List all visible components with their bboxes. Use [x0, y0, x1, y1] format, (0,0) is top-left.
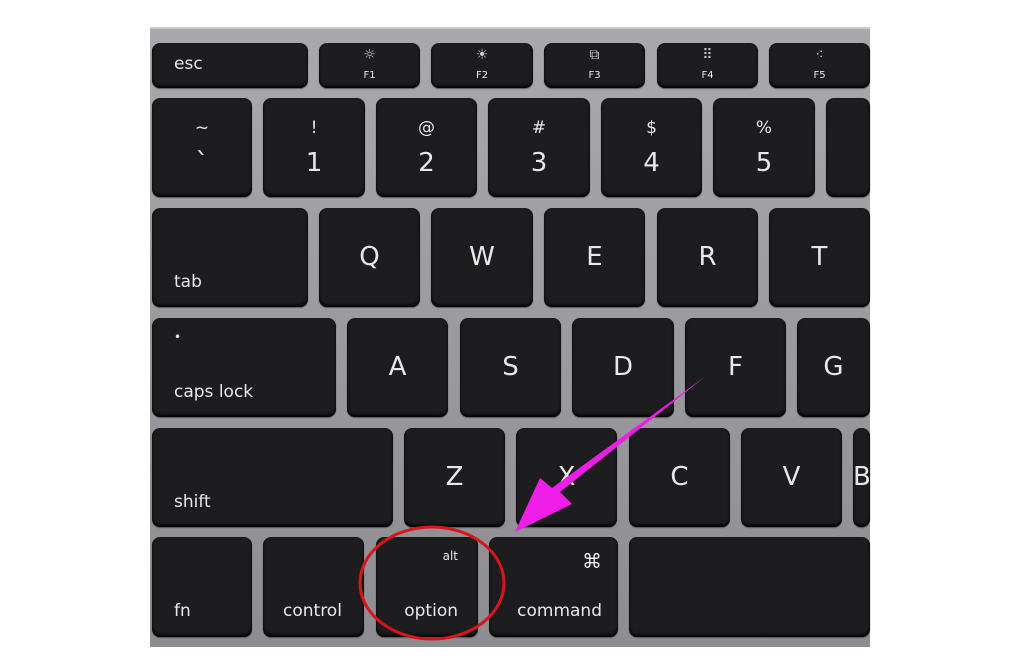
highlight-circle: [358, 525, 506, 641]
annotation-layer: [358, 376, 706, 641]
arrow-icon: [515, 376, 706, 532]
